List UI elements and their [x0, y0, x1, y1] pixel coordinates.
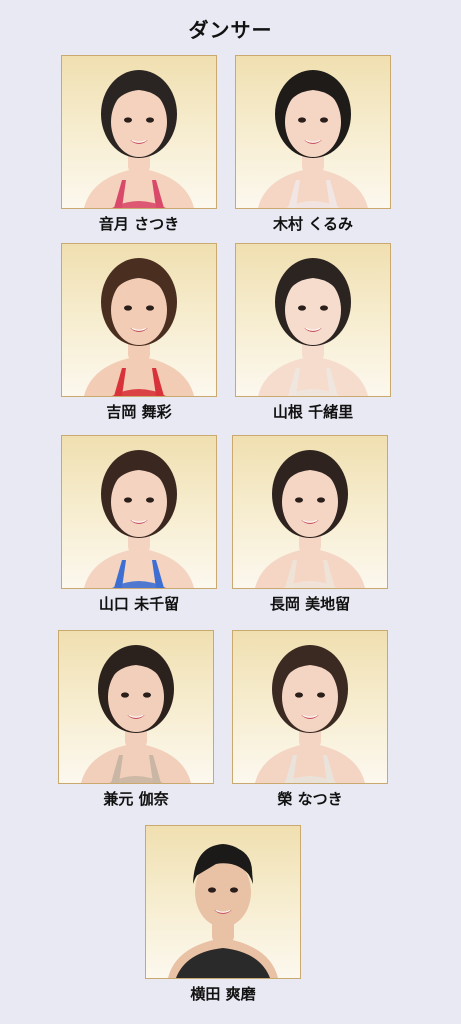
dancer-portrait	[258, 258, 368, 396]
dancer-card[interactable]: 榮 なつき	[232, 630, 388, 809]
dancer-card[interactable]: 吉岡 舞彩	[61, 243, 217, 422]
dancer-photo[interactable]	[235, 55, 391, 209]
dancer-card[interactable]: 長岡 美地留	[232, 435, 388, 614]
dancer-card[interactable]: 音月 さつき	[61, 55, 217, 234]
dancer-photo[interactable]	[232, 630, 388, 784]
dancer-portrait	[84, 258, 194, 396]
dancer-photo[interactable]	[61, 55, 217, 209]
dancer-photo[interactable]	[61, 243, 217, 397]
dancer-portrait	[81, 645, 191, 783]
dancer-card[interactable]: 横田 爽磨	[145, 825, 301, 1004]
dancer-portrait	[258, 70, 368, 208]
dancer-portrait	[255, 645, 365, 783]
dancer-photo[interactable]	[232, 435, 388, 589]
dancer-portrait	[84, 450, 194, 588]
dancer-name: 横田 爽磨	[190, 985, 256, 1003]
dancer-photo[interactable]	[235, 243, 391, 397]
dancer-photo[interactable]	[61, 435, 217, 589]
dancer-portrait	[84, 70, 194, 208]
dancer-card[interactable]: 兼元 伽奈	[58, 630, 214, 809]
dancer-card[interactable]: 山根 千緒里	[235, 243, 391, 422]
dancer-photo[interactable]	[145, 825, 301, 979]
dancer-name: 音月 さつき	[98, 215, 180, 233]
dancer-name: 山根 千緒里	[272, 403, 354, 421]
dancer-photo[interactable]	[58, 630, 214, 784]
page-title: ダンサー	[188, 18, 273, 42]
dancer-name: 榮 なつき	[277, 790, 343, 808]
dancer-portrait	[168, 844, 278, 978]
dancer-name: 吉岡 舞彩	[106, 403, 172, 421]
dancer-portrait	[255, 450, 365, 588]
dancer-name: 山口 未千留	[98, 595, 180, 613]
dancer-card[interactable]: 山口 未千留	[61, 435, 217, 614]
dancer-name: 兼元 伽奈	[103, 790, 169, 808]
dancer-card[interactable]: 木村 くるみ	[235, 55, 391, 234]
dancer-name: 長岡 美地留	[269, 595, 351, 613]
dancer-name: 木村 くるみ	[273, 215, 353, 233]
